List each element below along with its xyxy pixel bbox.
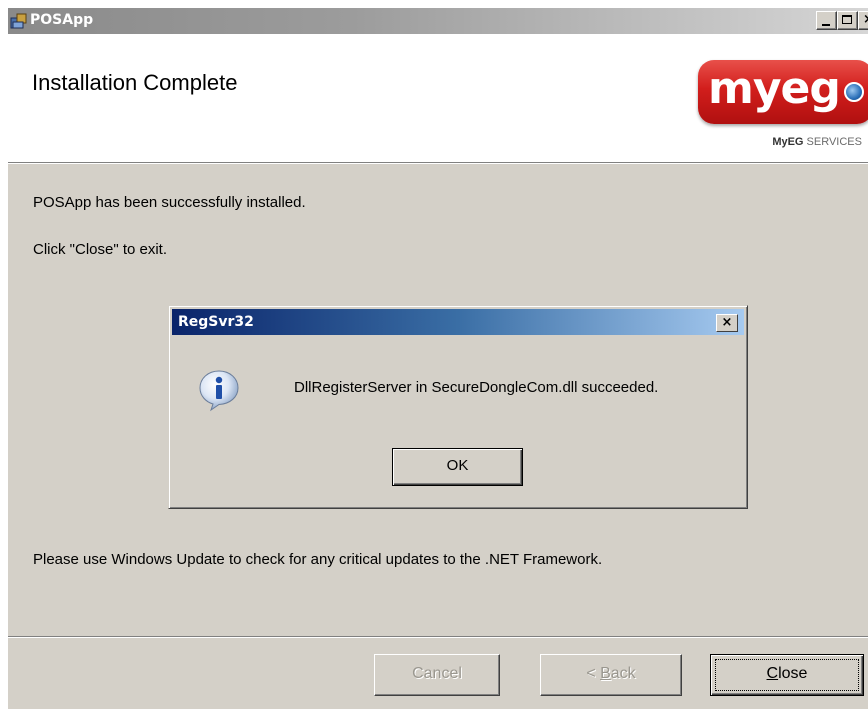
cancel-button[interactable]: Cancel bbox=[374, 654, 500, 696]
logo-globe-icon bbox=[844, 82, 864, 102]
windows-update-notice: Please use Windows Update to check for a… bbox=[33, 551, 603, 568]
back-button[interactable]: < Back bbox=[540, 654, 682, 696]
close-instruction-text: Click "Close" to exit. bbox=[33, 241, 168, 258]
back-button-label: ack bbox=[610, 665, 636, 682]
maximize-icon bbox=[842, 15, 852, 24]
installer-app-icon bbox=[10, 13, 27, 29]
window-titlebar[interactable]: POSApp × bbox=[8, 8, 868, 34]
logo-subtitle-brand: MyEG bbox=[772, 136, 804, 148]
window-close-button[interactable]: × bbox=[858, 11, 868, 30]
logo-wordmark: myeg bbox=[708, 63, 841, 114]
info-icon bbox=[199, 370, 239, 412]
back-button-mnemonic: B bbox=[600, 665, 611, 682]
dialog-message: DllRegisterServer in SecureDongleCom.dll… bbox=[294, 379, 659, 396]
banner-divider-highlight bbox=[8, 163, 868, 164]
minimize-button[interactable] bbox=[816, 11, 837, 30]
dialog-title: RegSvr32 bbox=[178, 314, 254, 330]
install-success-text: POSApp has been successfully installed. bbox=[33, 194, 306, 211]
footer-divider-highlight bbox=[8, 637, 868, 638]
page-title: Installation Complete bbox=[32, 70, 238, 95]
logo-subtitle-services: SERVICES bbox=[803, 136, 862, 148]
installer-window: POSApp × Installation Complete myeg MyEG… bbox=[8, 8, 868, 709]
regsvr32-dialog: RegSvr32 × DllRegisterServer in SecureDo… bbox=[168, 305, 748, 509]
ok-button[interactable]: OK bbox=[392, 448, 523, 486]
close-button[interactable]: Close bbox=[710, 654, 864, 696]
focus-ring bbox=[715, 659, 859, 691]
close-icon: × bbox=[863, 12, 868, 27]
maximize-button[interactable] bbox=[837, 11, 858, 30]
window-title: POSApp bbox=[30, 12, 94, 28]
myeg-logo: myeg bbox=[698, 60, 868, 124]
minimize-icon bbox=[822, 24, 830, 26]
logo-subtitle: MyEG SERVICES bbox=[772, 136, 862, 148]
back-button-prefix: < bbox=[586, 665, 601, 682]
close-icon: × bbox=[721, 315, 733, 330]
dialog-close-button[interactable]: × bbox=[716, 314, 738, 332]
dialog-titlebar[interactable]: RegSvr32 × bbox=[172, 309, 744, 335]
